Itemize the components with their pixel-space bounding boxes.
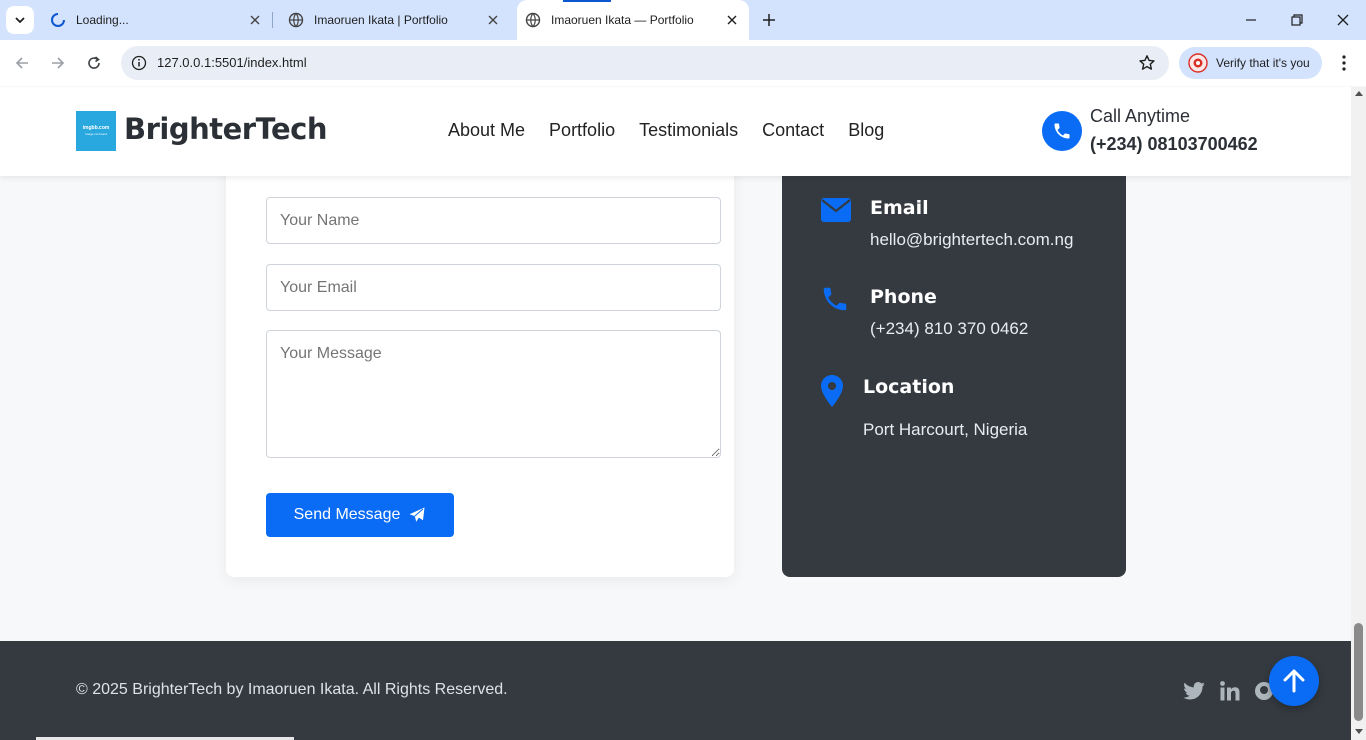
location-title: Location bbox=[863, 376, 955, 398]
profile-alert-icon bbox=[1188, 53, 1208, 73]
map-pin-icon bbox=[821, 375, 843, 407]
logo-image-line1: imgbb.com bbox=[82, 125, 110, 131]
scrollbar-thumb[interactable] bbox=[1354, 623, 1363, 721]
send-message-button[interactable]: Send Message bbox=[266, 493, 454, 537]
globe-icon bbox=[288, 12, 304, 28]
phone-icon bbox=[823, 287, 847, 311]
site-info-icon[interactable] bbox=[129, 53, 149, 73]
loading-spinner-icon bbox=[51, 13, 65, 27]
reload-button[interactable] bbox=[80, 49, 108, 77]
brand-name[interactable]: BrighterTech bbox=[124, 112, 328, 146]
arrow-left-icon bbox=[15, 57, 28, 69]
tab-portfolio-active[interactable]: Imaoruen Ikata — Portfolio bbox=[517, 0, 749, 40]
scroll-down-arrow-icon[interactable] bbox=[1355, 729, 1363, 734]
nav-contact[interactable]: Contact bbox=[762, 120, 824, 141]
nav-portfolio[interactable]: Portfolio bbox=[549, 120, 615, 141]
phone-title: Phone bbox=[870, 286, 937, 308]
browser-tab-bar: Loading... Imaoruen Ikata | Portfolio Im… bbox=[0, 0, 1366, 40]
restore-icon bbox=[1291, 14, 1303, 26]
scroll-up-arrow-icon[interactable] bbox=[1355, 91, 1363, 96]
logo-image[interactable]: imgbb.com image not found bbox=[76, 111, 116, 151]
arrow-right-icon bbox=[52, 57, 65, 69]
send-message-label: Send Message bbox=[293, 506, 401, 523]
page-viewport: imgbb.com image not found BrighterTech A… bbox=[0, 87, 1351, 740]
email-value[interactable]: hello@brightertech.com.ng bbox=[870, 230, 1073, 250]
new-tab-button[interactable] bbox=[757, 8, 781, 32]
minimize-icon bbox=[1246, 19, 1256, 21]
reload-icon bbox=[88, 56, 100, 69]
logo-image-line2: image not found bbox=[85, 132, 107, 136]
close-icon[interactable] bbox=[486, 13, 500, 27]
call-number[interactable]: (+234) 08103700462 bbox=[1090, 134, 1258, 155]
paper-plane-icon bbox=[409, 507, 425, 522]
envelope-icon bbox=[821, 198, 851, 222]
close-icon[interactable] bbox=[248, 13, 262, 27]
tab-title: Imaoruen Ikata — Portfolio bbox=[551, 13, 694, 27]
arrow-up-icon bbox=[1283, 669, 1305, 693]
call-label: Call Anytime bbox=[1090, 106, 1191, 126]
back-button[interactable] bbox=[8, 49, 36, 77]
phone-value[interactable]: (+234) 810 370 0462 bbox=[870, 319, 1028, 339]
nav-about-me[interactable]: About Me bbox=[448, 120, 525, 141]
verify-label: Verify that it's you bbox=[1216, 56, 1310, 70]
more-vertical-icon bbox=[1342, 55, 1346, 71]
close-icon bbox=[1337, 14, 1349, 26]
page-scrollbar[interactable] bbox=[1351, 87, 1366, 740]
name-field[interactable] bbox=[266, 197, 721, 244]
tab-loading[interactable]: Loading... bbox=[40, 0, 272, 40]
back-to-top-button[interactable] bbox=[1269, 656, 1319, 706]
location-value: Port Harcourt, Nigeria bbox=[863, 420, 1028, 439]
site-footer: © 2025 BrighterTech by Imaoruen Ikata. A… bbox=[0, 641, 1351, 740]
plus-icon bbox=[763, 14, 775, 26]
restore-button[interactable] bbox=[1274, 0, 1320, 40]
contact-info-card: Email hello@brightertech.com.ng Phone (+… bbox=[782, 147, 1126, 577]
url-text[interactable]: 127.0.0.1:5501/index.html bbox=[157, 55, 307, 70]
globe-icon bbox=[525, 12, 541, 28]
nav-testimonials[interactable]: Testimonials bbox=[639, 120, 738, 141]
email-title: Email bbox=[870, 197, 929, 219]
address-bar[interactable]: 127.0.0.1:5501/index.html bbox=[121, 46, 1169, 80]
main-nav: About Me Portfolio Testimonials Contact … bbox=[448, 120, 908, 141]
tab-search-button[interactable] bbox=[6, 6, 34, 34]
message-field[interactable] bbox=[266, 330, 721, 458]
contact-form-card: Send Message bbox=[226, 147, 734, 577]
profile-verify-chip[interactable]: Verify that it's you bbox=[1179, 47, 1322, 79]
tab-title: Loading... bbox=[76, 13, 129, 27]
copyright-text: © 2025 BrighterTech by Imaoruen Ikata. A… bbox=[76, 681, 508, 698]
linkedin-icon[interactable] bbox=[1219, 680, 1241, 702]
phone-icon bbox=[1054, 123, 1070, 139]
tab-separator bbox=[272, 12, 273, 28]
bookmark-star-icon[interactable] bbox=[1137, 53, 1157, 73]
twitter-icon[interactable] bbox=[1183, 680, 1205, 702]
browser-menu-button[interactable] bbox=[1332, 51, 1356, 75]
nav-blog[interactable]: Blog bbox=[848, 120, 884, 141]
close-window-button[interactable] bbox=[1320, 0, 1366, 40]
tab-title: Imaoruen Ikata | Portfolio bbox=[314, 13, 448, 27]
close-icon[interactable] bbox=[725, 13, 739, 27]
browser-toolbar: 127.0.0.1:5501/index.html Verify that it… bbox=[0, 40, 1366, 86]
site-header: imgbb.com image not found BrighterTech A… bbox=[0, 87, 1351, 176]
chevron-down-icon bbox=[15, 17, 25, 24]
call-button[interactable] bbox=[1042, 111, 1082, 151]
tab-loading-indicator bbox=[563, 0, 611, 2]
forward-button[interactable] bbox=[44, 49, 72, 77]
minimize-button[interactable] bbox=[1228, 0, 1274, 40]
email-field[interactable] bbox=[266, 264, 721, 311]
tab-portfolio-1[interactable]: Imaoruen Ikata | Portfolio bbox=[278, 0, 510, 40]
